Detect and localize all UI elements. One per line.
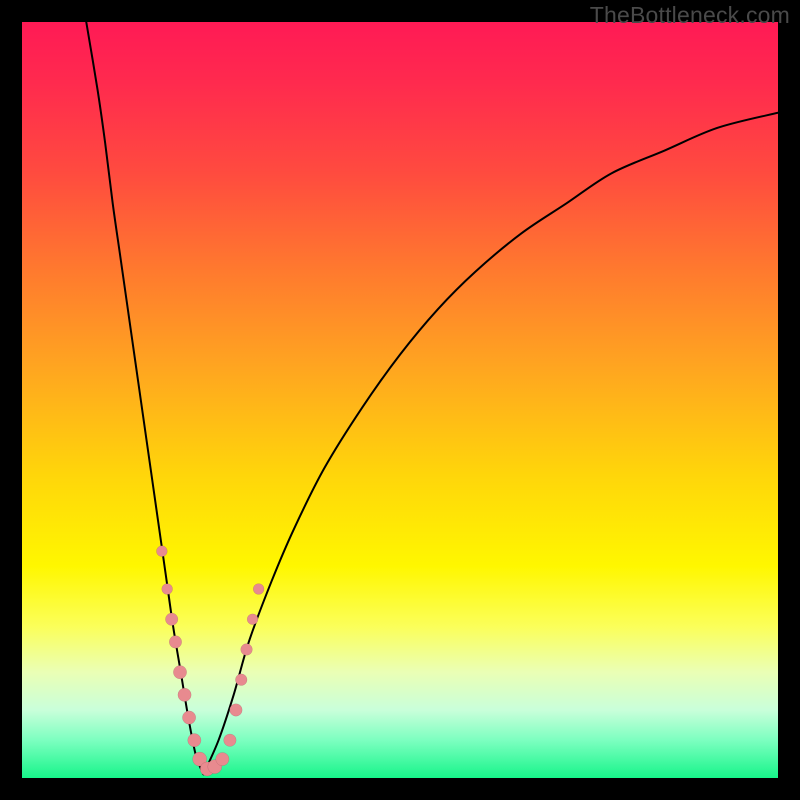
chart-svg bbox=[22, 22, 778, 778]
data-dot bbox=[230, 704, 242, 716]
data-dot bbox=[165, 613, 177, 625]
data-dot bbox=[247, 614, 258, 625]
curve-right-branch bbox=[203, 113, 778, 775]
data-dot bbox=[156, 546, 167, 557]
data-dot bbox=[224, 734, 236, 746]
chart-frame: TheBottleneck.com bbox=[0, 0, 800, 800]
attribution-text: TheBottleneck.com bbox=[590, 2, 790, 29]
data-dot bbox=[178, 688, 191, 701]
data-dot bbox=[162, 584, 173, 595]
data-dot bbox=[253, 584, 264, 595]
data-dot bbox=[169, 636, 181, 648]
curve-left-branch bbox=[86, 22, 203, 774]
data-dot bbox=[241, 644, 253, 656]
data-dot bbox=[235, 674, 247, 686]
data-dot bbox=[182, 711, 195, 724]
plot-area bbox=[22, 22, 778, 778]
data-dot bbox=[188, 734, 201, 747]
data-dot bbox=[173, 666, 186, 679]
dot-cluster bbox=[156, 546, 264, 776]
data-dot bbox=[216, 752, 229, 765]
